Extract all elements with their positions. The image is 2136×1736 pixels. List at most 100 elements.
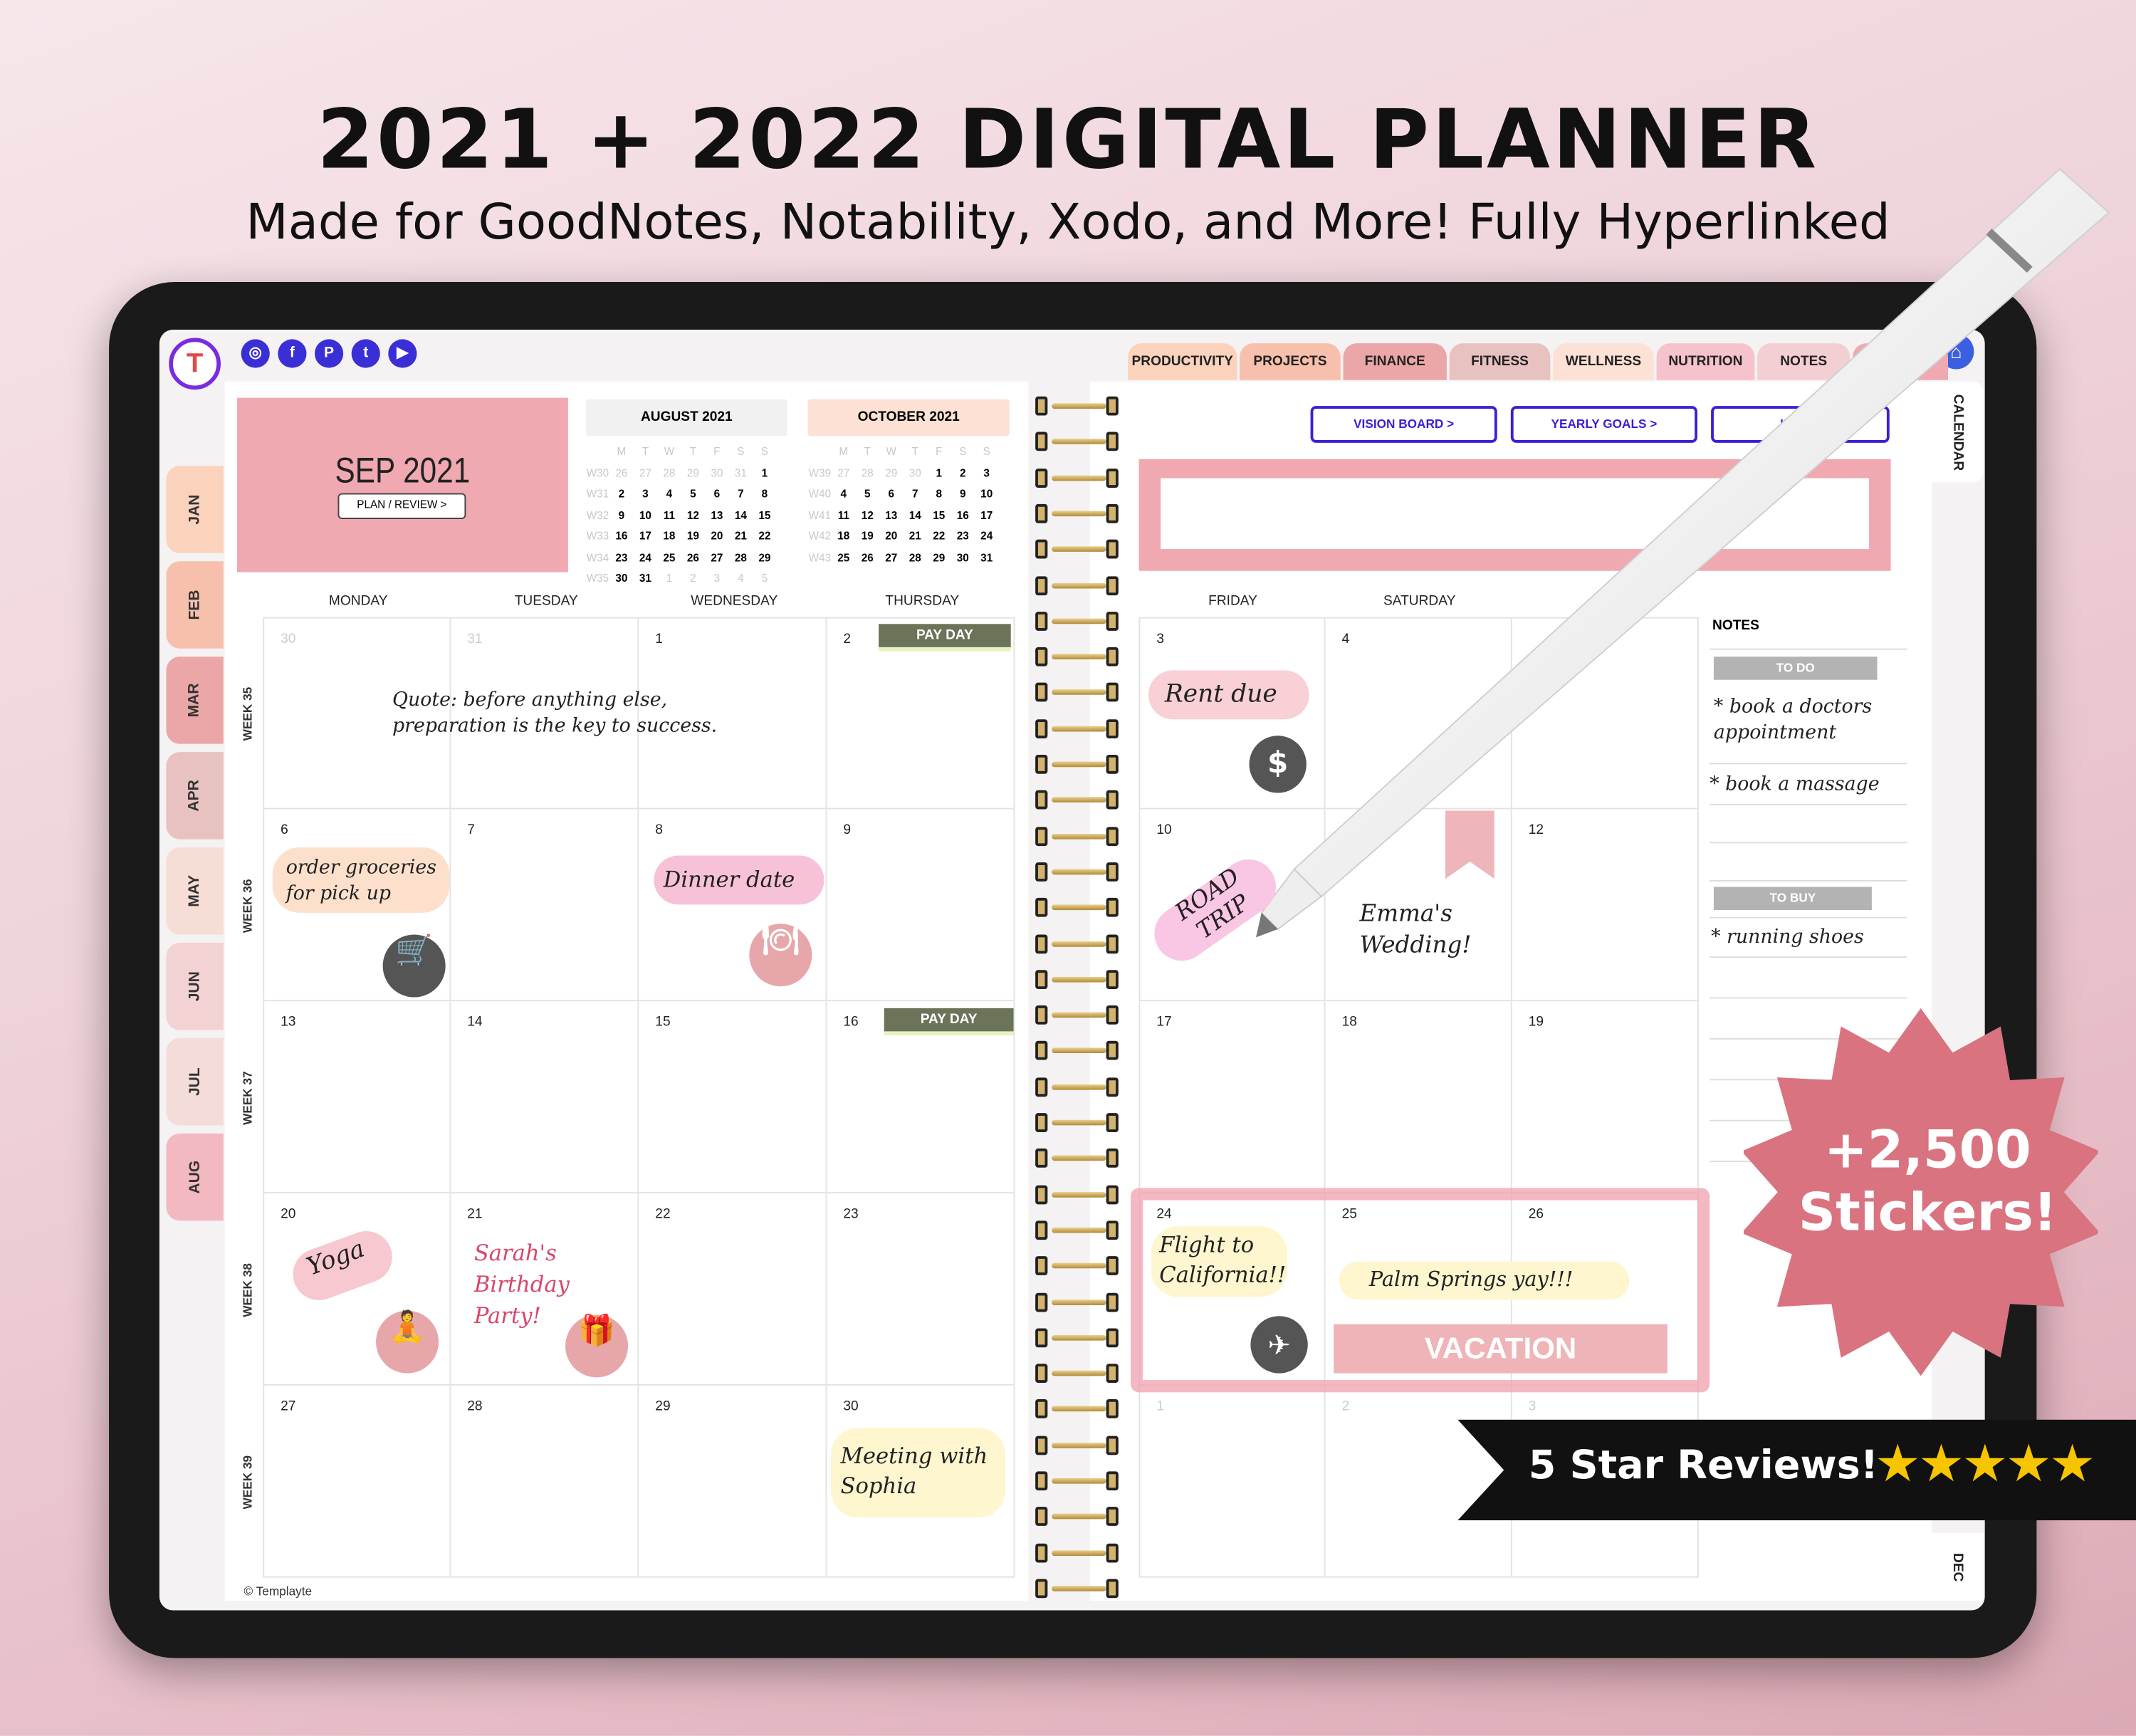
mini-day[interactable]: 23 bbox=[609, 547, 633, 568]
flight-note[interactable]: Flight to California!! bbox=[1159, 1230, 1309, 1290]
month-tab-jan[interactable]: JAN bbox=[166, 466, 224, 553]
mini-day[interactable]: 17 bbox=[975, 505, 998, 526]
mini-day[interactable]: 4 bbox=[729, 568, 753, 590]
palm-springs-note[interactable]: Palm Springs yay!!! bbox=[1369, 1265, 1573, 1293]
quote-note[interactable]: Quote: before anything else, preparation… bbox=[392, 688, 746, 739]
mini-day[interactable]: 30 bbox=[951, 547, 974, 568]
day-cell[interactable]: 1 bbox=[1138, 1385, 1326, 1578]
pay-day-sticker[interactable]: PAY DAY bbox=[884, 1008, 1014, 1032]
mini-day[interactable]: 25 bbox=[657, 547, 681, 568]
day-cell[interactable]: 23 bbox=[827, 1193, 1015, 1386]
plan-review-button[interactable]: PLAN / REVIEW > bbox=[337, 493, 466, 519]
mini-day[interactable]: 28 bbox=[904, 547, 927, 568]
mini-day[interactable]: 13 bbox=[705, 505, 728, 526]
mini-day[interactable]: 18 bbox=[832, 526, 855, 548]
mini-day[interactable]: 31 bbox=[729, 463, 753, 484]
mini-day[interactable]: 12 bbox=[681, 505, 705, 526]
mini-day[interactable]: 11 bbox=[832, 505, 855, 526]
month-tab-jul[interactable]: JUL bbox=[166, 1037, 224, 1126]
mini-day[interactable]: 26 bbox=[681, 547, 705, 568]
mini-day[interactable]: 5 bbox=[856, 483, 879, 505]
mini-day[interactable]: 2 bbox=[951, 463, 974, 484]
mini-day[interactable]: 15 bbox=[927, 505, 951, 526]
month-tab-may[interactable]: MAY bbox=[166, 847, 224, 935]
mini-day[interactable]: 12 bbox=[856, 505, 879, 526]
todo-item[interactable]: * book a massage bbox=[1710, 773, 1907, 798]
mini-day[interactable]: 16 bbox=[951, 505, 974, 526]
mini-day[interactable]: 30 bbox=[705, 463, 728, 484]
mini-day[interactable]: 21 bbox=[904, 526, 927, 548]
rent-note[interactable]: Rent due bbox=[1165, 679, 1277, 711]
day-cell[interactable]: 2 bbox=[1325, 1385, 1512, 1578]
mini-day[interactable]: 29 bbox=[879, 463, 903, 484]
wedding-note[interactable]: Emma's Wedding! bbox=[1359, 899, 1495, 962]
mini-day[interactable]: 14 bbox=[904, 505, 927, 526]
week-label[interactable]: WEEK 39 bbox=[234, 1386, 261, 1578]
mini-day[interactable]: 4 bbox=[832, 483, 855, 505]
mini-day[interactable]: 19 bbox=[681, 526, 705, 548]
mini-day[interactable]: 28 bbox=[729, 547, 753, 568]
mini-day[interactable]: 2 bbox=[609, 483, 633, 505]
mini-day[interactable]: 7 bbox=[729, 483, 753, 505]
mini-day[interactable]: 30 bbox=[904, 463, 927, 484]
mini-day[interactable]: 14 bbox=[729, 505, 753, 526]
mini-day[interactable]: 25 bbox=[832, 547, 855, 568]
app-logo[interactable]: T bbox=[169, 338, 221, 390]
pinterest-icon[interactable]: P bbox=[314, 339, 344, 368]
mini-day[interactable]: 11 bbox=[657, 505, 681, 526]
mini-day[interactable]: 29 bbox=[681, 463, 705, 484]
facebook-icon[interactable]: f bbox=[278, 339, 307, 368]
mini-day[interactable]: 30 bbox=[609, 568, 633, 590]
mini-day[interactable]: 26 bbox=[609, 463, 633, 484]
mini-day[interactable]: 2 bbox=[681, 568, 705, 590]
mini-calendar-title[interactable]: OCTOBER 2021 bbox=[807, 399, 1010, 436]
mini-day[interactable]: 7 bbox=[904, 483, 927, 505]
mini-day[interactable]: 5 bbox=[681, 483, 705, 505]
mini-day[interactable]: 27 bbox=[705, 547, 728, 568]
mini-day[interactable]: 6 bbox=[705, 483, 728, 505]
mini-day[interactable]: 9 bbox=[609, 505, 633, 526]
mini-day[interactable]: 10 bbox=[634, 505, 657, 526]
mini-day[interactable]: 16 bbox=[609, 526, 633, 548]
tobuy-item[interactable]: * running shoes bbox=[1711, 925, 1908, 951]
month-tab-jun[interactable]: JUN bbox=[166, 943, 224, 1030]
mini-day[interactable]: 22 bbox=[753, 526, 776, 548]
mini-day[interactable]: 6 bbox=[879, 483, 903, 505]
mini-day[interactable]: 23 bbox=[951, 526, 974, 548]
mini-day[interactable]: 22 bbox=[927, 526, 951, 548]
mini-day[interactable]: 10 bbox=[975, 483, 998, 505]
mini-day[interactable]: 15 bbox=[753, 505, 776, 526]
mini-day[interactable]: 31 bbox=[634, 568, 657, 590]
day-cell[interactable]: 14 bbox=[451, 1001, 639, 1194]
month-tab-mar[interactable]: MAR bbox=[166, 657, 224, 744]
dec-tab[interactable]: DEC bbox=[1932, 1532, 1984, 1601]
mini-day[interactable]: 9 bbox=[951, 483, 974, 505]
day-cell[interactable]: 17 bbox=[1138, 1001, 1326, 1194]
birthday-note[interactable]: Sarah's Birthday Party! bbox=[474, 1237, 610, 1332]
mini-day[interactable]: 17 bbox=[634, 526, 657, 548]
vacation-banner[interactable]: VACATION bbox=[1334, 1324, 1668, 1374]
mini-day[interactable]: 27 bbox=[832, 463, 855, 484]
mini-day[interactable]: 26 bbox=[856, 547, 879, 568]
mini-day[interactable]: 29 bbox=[753, 547, 776, 568]
mini-day[interactable]: 3 bbox=[634, 483, 657, 505]
mini-day[interactable]: 27 bbox=[634, 463, 657, 484]
mini-calendar-title[interactable]: AUGUST 2021 bbox=[585, 399, 787, 436]
mini-day[interactable]: 3 bbox=[975, 463, 998, 484]
day-cell[interactable]: 15 bbox=[639, 1001, 827, 1194]
mini-day[interactable]: 24 bbox=[975, 526, 998, 548]
pay-day-sticker[interactable]: PAY DAY bbox=[879, 624, 1011, 647]
day-cell[interactable]: 13 bbox=[263, 1001, 451, 1194]
month-tab-feb[interactable]: FEB bbox=[166, 561, 224, 649]
section-tab-productivity[interactable]: PRODUCTIVITY bbox=[1128, 343, 1237, 380]
week-label[interactable]: WEEK 36 bbox=[234, 810, 261, 1002]
week-label[interactable]: WEEK 37 bbox=[234, 1001, 261, 1193]
month-tab-apr[interactable]: APR bbox=[166, 752, 224, 840]
day-cell[interactable]: 28 bbox=[451, 1385, 639, 1578]
mini-day[interactable]: 8 bbox=[927, 483, 951, 505]
mini-day[interactable]: 8 bbox=[753, 483, 776, 505]
day-cell[interactable]: 7 bbox=[451, 809, 639, 1002]
day-cell[interactable]: 18 bbox=[1325, 1001, 1512, 1194]
mini-day[interactable]: 4 bbox=[657, 483, 681, 505]
mini-day[interactable]: 18 bbox=[657, 526, 681, 548]
